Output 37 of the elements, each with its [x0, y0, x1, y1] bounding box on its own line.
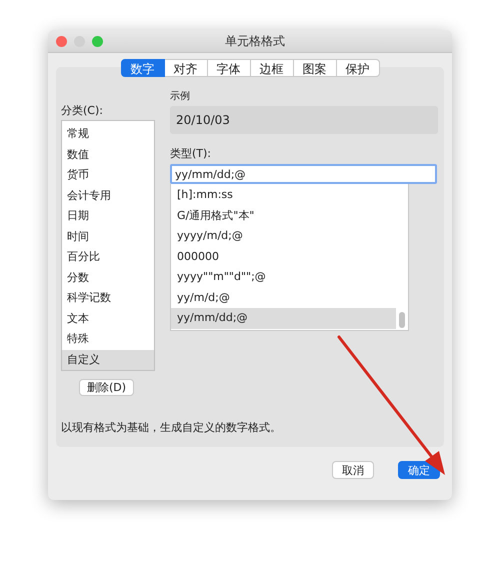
format-item[interactable]: yyyy""m""d"";@: [171, 267, 396, 288]
category-item[interactable]: 特殊: [62, 329, 154, 350]
category-item[interactable]: 常规: [62, 124, 154, 144]
type-label: 类型(T):: [170, 146, 212, 161]
category-item[interactable]: 货币: [62, 165, 154, 186]
format-item[interactable]: G/通用格式"本": [171, 206, 396, 226]
tab[interactable]: 边框: [250, 59, 294, 77]
format-item[interactable]: [h]:mm:ss: [171, 185, 396, 206]
format-item[interactable]: yy/m/d;@: [171, 288, 396, 308]
tab[interactable]: 字体: [208, 59, 250, 77]
delete-button[interactable]: 删除(D): [79, 379, 134, 396]
category-item[interactable]: 百分比: [62, 247, 154, 268]
sample-value: 20/10/03: [170, 106, 438, 134]
description-text: 以现有格式为基础，生成自定义的数字格式。: [61, 420, 282, 435]
type-input-field[interactable]: yy/mm/dd;@: [170, 164, 437, 184]
category-label: 分类(C):: [61, 103, 103, 118]
scrollbar-thumb[interactable]: [399, 312, 405, 328]
format-item[interactable]: 000000: [171, 246, 396, 267]
category-item[interactable]: 时间: [62, 226, 154, 247]
close-button[interactable]: [56, 36, 67, 46]
tab[interactable]: 对齐: [164, 59, 208, 77]
category-item[interactable]: 日期: [62, 206, 154, 226]
window-title: 单元格格式: [224, 32, 286, 50]
format-item[interactable]: yyyy/m/d;@: [171, 226, 396, 246]
category-item[interactable]: 会计专用: [62, 186, 154, 206]
tab[interactable]: 保护: [336, 59, 380, 77]
format-item[interactable]: yy/mm/dd;@: [171, 308, 396, 328]
category-item[interactable]: 分数: [62, 268, 154, 288]
cancel-button[interactable]: 取消: [332, 461, 374, 479]
category-item[interactable]: 数值: [62, 144, 154, 165]
zoom-button[interactable]: [92, 36, 103, 46]
category-item[interactable]: 文本: [62, 308, 154, 329]
sample-label: 示例: [170, 90, 190, 103]
tab[interactable]: 数字: [120, 59, 164, 77]
category-item[interactable]: 自定义: [62, 350, 154, 370]
tab[interactable]: 图案: [294, 59, 336, 77]
category-item[interactable]: 科学记数: [62, 288, 154, 308]
